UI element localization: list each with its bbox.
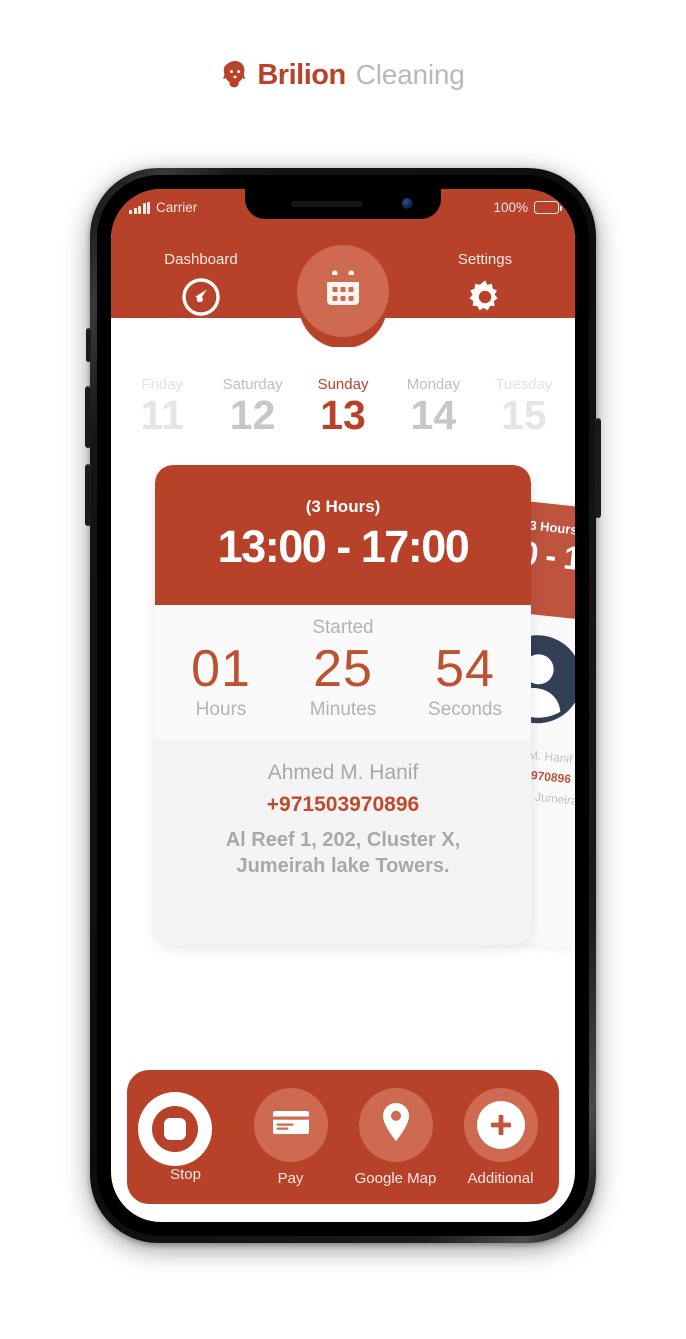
day-item-tuesday[interactable]: Tuesday 15 [479, 376, 569, 436]
action-additional[interactable]: Additional [453, 1087, 549, 1187]
front-camera [402, 198, 413, 209]
day-selector-strip[interactable]: Friday 11 Saturday 12 Sunday 13 Monday 1… [111, 347, 575, 465]
timer-minutes-label: Minutes [309, 699, 377, 720]
device-notch [245, 189, 441, 219]
action-additional-label: Additional [467, 1169, 534, 1187]
brand-subtitle: Cleaning [355, 59, 465, 90]
nav-item-schedule[interactable] [297, 245, 389, 337]
timer-seconds: 54 Seconds [413, 643, 517, 721]
timer-minutes-value: 25 [313, 640, 373, 698]
timer-seconds-value: 54 [435, 640, 495, 698]
volume-up-button[interactable] [85, 386, 91, 448]
nav-dashboard-label: Dashboard [164, 251, 238, 268]
speedometer-icon [137, 276, 265, 323]
booking-contact-block: Ahmed M. Hanif +971503970896 Al Reef 1, … [155, 739, 531, 907]
nav-item-settings[interactable]: Settings [421, 251, 549, 323]
plus-icon [476, 1100, 525, 1149]
phone-screen: Carrier 100% Dashboard Settings Friday 1… [111, 189, 575, 1222]
battery-percent-label: 100% [493, 200, 528, 215]
nav-item-dashboard[interactable]: Dashboard [137, 251, 265, 323]
timer-hours-value: 01 [191, 640, 251, 698]
day-number: 11 [140, 392, 184, 438]
battery-full-icon [534, 201, 562, 214]
action-google-map-label: Google Map [354, 1169, 437, 1187]
action-google-map[interactable]: Google Map [348, 1087, 444, 1187]
action-bar: Stop Pay Google Map Additional [127, 1070, 559, 1204]
day-number: 13 [320, 392, 366, 438]
gear-icon [421, 276, 549, 323]
day-number: 12 [229, 392, 276, 438]
stop-record-icon [137, 1091, 212, 1166]
brand-header: Brilion Cleaning [0, 0, 686, 150]
mute-switch[interactable] [86, 328, 91, 362]
action-stop[interactable]: Stop [137, 1091, 234, 1183]
map-pin-icon [380, 1101, 412, 1148]
booking-cards-area: (3 Hours) 13:00 - 17:00 Ahmed M. Hanif +… [111, 465, 575, 985]
timer-values: 01 Hours 25 Minutes 54 Seconds [155, 643, 531, 721]
day-name: Tuesday [495, 376, 553, 393]
nav-settings-label: Settings [457, 251, 513, 268]
day-name: Saturday [222, 376, 283, 393]
timer-seconds-label: Seconds [428, 699, 502, 720]
carrier-label: Carrier [156, 200, 198, 215]
brand-name: Brilion [257, 58, 346, 91]
action-pay-label: Pay [277, 1169, 304, 1187]
action-stop-label: Stop [170, 1165, 201, 1183]
action-pay[interactable]: Pay [243, 1087, 339, 1187]
timer-hours: 01 Hours [169, 643, 273, 721]
customer-name: Ahmed M. Hanif [267, 761, 419, 784]
day-item-saturday[interactable]: Saturday 12 [207, 376, 297, 436]
earpiece-speaker [291, 201, 363, 207]
booking-duration: (3 Hours) [305, 497, 381, 516]
day-item-monday[interactable]: Monday 14 [388, 376, 478, 436]
phone-mockup: Carrier 100% Dashboard Settings Friday 1… [85, 168, 601, 1243]
credit-card-icon [271, 1106, 311, 1143]
timer-hours-label: Hours [195, 699, 247, 720]
booking-time-range: 13:00 - 17:00 [217, 521, 470, 572]
day-name: Monday [406, 376, 461, 393]
booking-timer: Started 01 Hours 25 Minutes 54 Seconds [155, 605, 531, 739]
top-navigation: Dashboard Settings [111, 235, 575, 348]
calendar-icon [320, 266, 366, 317]
lion-head-icon [221, 60, 249, 90]
day-item-sunday[interactable]: Sunday 13 [298, 376, 388, 436]
day-number: 14 [410, 392, 457, 438]
customer-address: Al Reef 1, 202, Cluster X, Jumeirah lake… [225, 829, 461, 877]
status-bar-right: 100% [493, 200, 562, 215]
day-name: Sunday [317, 376, 369, 393]
timer-minutes: 25 Minutes [291, 643, 395, 721]
customer-phone[interactable]: +971503970896 [181, 793, 505, 817]
timer-status-label: Started [312, 617, 374, 638]
active-booking-card[interactable]: (3 Hours) 13:00 - 17:00 Started 01 Hours… [155, 465, 531, 945]
status-bar-left: Carrier [129, 201, 197, 214]
volume-down-button[interactable] [85, 464, 91, 526]
signal-bars-icon [129, 202, 150, 214]
power-button[interactable] [595, 418, 601, 518]
day-item-friday[interactable]: Friday 11 [117, 376, 207, 436]
booking-card-header: (3 Hours) 13:00 - 17:00 [155, 465, 531, 605]
day-name: Friday [141, 376, 184, 393]
day-number: 15 [501, 392, 547, 438]
